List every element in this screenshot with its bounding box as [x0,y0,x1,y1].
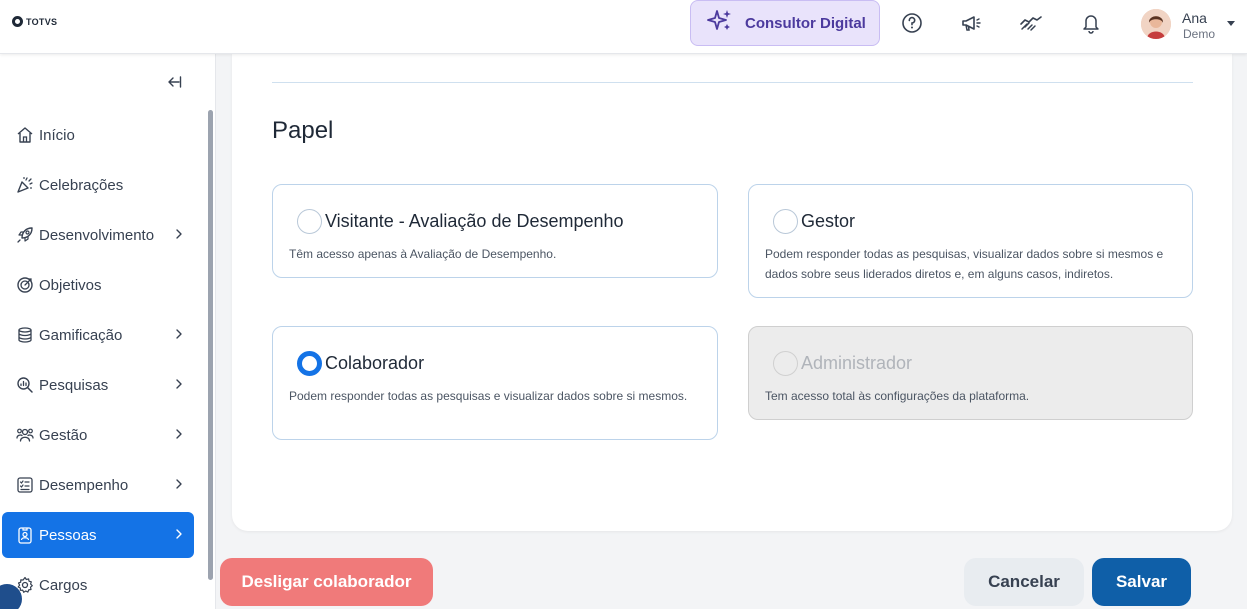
top-header: TOTVS Consultor Digital Ana Demo [0,0,1247,54]
sidebar-item-gestao[interactable]: Gestão [2,412,194,458]
megaphone-icon[interactable] [959,11,983,35]
logo-text: TOTVS [26,16,58,27]
sidebar-item-label: Desempenho [39,476,129,494]
role-title: Visitante - Avaliação de Desempenho [325,211,624,231]
sidebar-item-cargos[interactable]: Cargos [2,562,194,608]
radio-button[interactable] [297,209,322,234]
sidebar: Início Celebrações Desenvolvimento Objet… [0,54,216,609]
people-icon [15,425,35,445]
search-chart-icon [15,375,35,395]
role-option-gestor[interactable]: Gestor Podem responder todas as pesquisa… [748,184,1193,298]
sidebar-item-desempenho[interactable]: Desempenho [2,462,194,508]
user-menu-caret-icon[interactable] [1227,21,1235,26]
sidebar-item-desenvolvimento[interactable]: Desenvolvimento [2,212,194,258]
sidebar-scrollbar[interactable] [208,110,213,580]
radio-button[interactable] [773,209,798,234]
role-description: Podem responder todas as pesquisas, visu… [765,247,1164,281]
role-option-visitante[interactable]: Visitante - Avaliação de Desempenho Têm … [272,184,718,278]
role-title: Colaborador [325,353,425,373]
handshake-icon[interactable] [1019,11,1043,35]
checklist-icon [15,475,35,495]
sidebar-item-label: Gamificação [39,326,123,344]
section-title: Papel [272,117,334,144]
id-badge-icon [15,525,35,545]
sidebar-item-label: Objetivos [39,276,102,294]
radio-button-disabled [773,351,798,376]
sidebar-item-label: Celebrações [39,176,124,194]
sidebar-item-label: Pesquisas [39,376,109,394]
radio-button-selected[interactable] [297,351,322,376]
role-option-administrador: Administrador Tem acesso total às config… [748,326,1193,420]
sidebar-item-label: Início [39,126,75,144]
chevron-right-icon [172,527,186,541]
role-option-colaborador[interactable]: Colaborador Podem responder todas as pes… [272,326,718,440]
collapse-sidebar-icon[interactable] [166,74,182,90]
sidebar-item-label: Pessoas [39,526,97,544]
role-section-card: Papel Visitante - Avaliação de Desempenh… [232,54,1232,531]
sidebar-item-label: Cargos [39,576,88,594]
chevron-right-icon [172,427,186,441]
home-icon [15,125,35,145]
role-title: Administrador [801,353,913,373]
save-button[interactable]: Salvar [1092,558,1191,606]
party-popper-icon [15,175,35,195]
sidebar-item-label: Desenvolvimento [39,226,155,244]
sidebar-item-objetivos[interactable]: Objetivos [2,262,194,308]
role-description: Podem responder todas as pesquisas e vis… [289,389,688,403]
user-avatar[interactable] [1141,9,1171,39]
role-description: Tem acesso total às configurações da pla… [765,389,1030,403]
coins-icon [15,325,35,345]
consultor-digital-button[interactable]: Consultor Digital [690,0,880,46]
sidebar-item-celebracoes[interactable]: Celebrações [2,162,194,208]
sidebar-item-gamificacao[interactable]: Gamificação [2,312,194,358]
target-icon [15,275,35,295]
cancel-button[interactable]: Cancelar [964,558,1084,606]
sparkles-icon [707,8,733,39]
sidebar-item-label: Gestão [39,426,88,444]
role-title: Gestor [801,211,856,231]
rocket-icon [15,225,35,245]
chevron-right-icon [172,477,186,491]
section-divider [272,82,1193,83]
role-description: Têm acesso apenas à Avaliação de Desempe… [289,247,557,261]
help-circle-icon[interactable] [900,11,924,35]
logo-mark-icon [12,16,23,27]
chevron-right-icon [172,327,186,341]
user-role: Demo [1183,27,1216,41]
chevron-right-icon [172,227,186,241]
sidebar-item-inicio[interactable]: Início [2,112,194,158]
totvs-logo[interactable]: TOTVS [12,16,57,27]
sidebar-item-pesquisas[interactable]: Pesquisas [2,362,194,408]
bell-icon[interactable] [1079,11,1103,35]
sidebar-item-pessoas[interactable]: Pessoas [2,512,194,558]
consultor-digital-label: Consultor Digital [745,14,866,32]
desligar-colaborador-button[interactable]: Desligar colaborador [220,558,433,606]
chevron-right-icon [172,377,186,391]
user-name[interactable]: Ana [1182,10,1207,26]
